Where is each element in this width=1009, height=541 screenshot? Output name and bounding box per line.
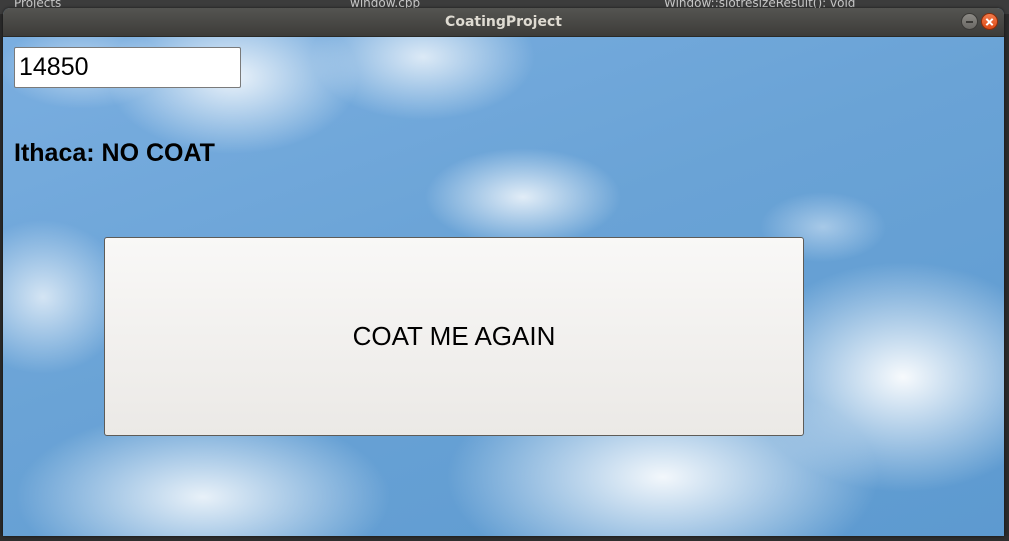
app-window: CoatingProject Ithaca: NO COAT COAT ME A… (3, 8, 1004, 536)
background-projects-label: Projects (14, 0, 62, 10)
coat-me-again-button[interactable]: COAT ME AGAIN (104, 237, 804, 436)
zip-code-input[interactable] (14, 47, 241, 88)
minimize-icon[interactable] (961, 13, 978, 30)
coat-result-label: Ithaca: NO COAT (14, 139, 215, 167)
sky-background-content: Ithaca: NO COAT COAT ME AGAIN (3, 37, 1004, 536)
window-title: CoatingProject (445, 14, 562, 30)
background-symbol-label: Window::slotresizeResult(): void (664, 0, 856, 10)
close-icon[interactable] (981, 13, 998, 30)
background-ide-area (0, 536, 1009, 541)
background-file-label: window.cpp (350, 0, 421, 10)
window-titlebar[interactable]: CoatingProject (3, 8, 1004, 37)
